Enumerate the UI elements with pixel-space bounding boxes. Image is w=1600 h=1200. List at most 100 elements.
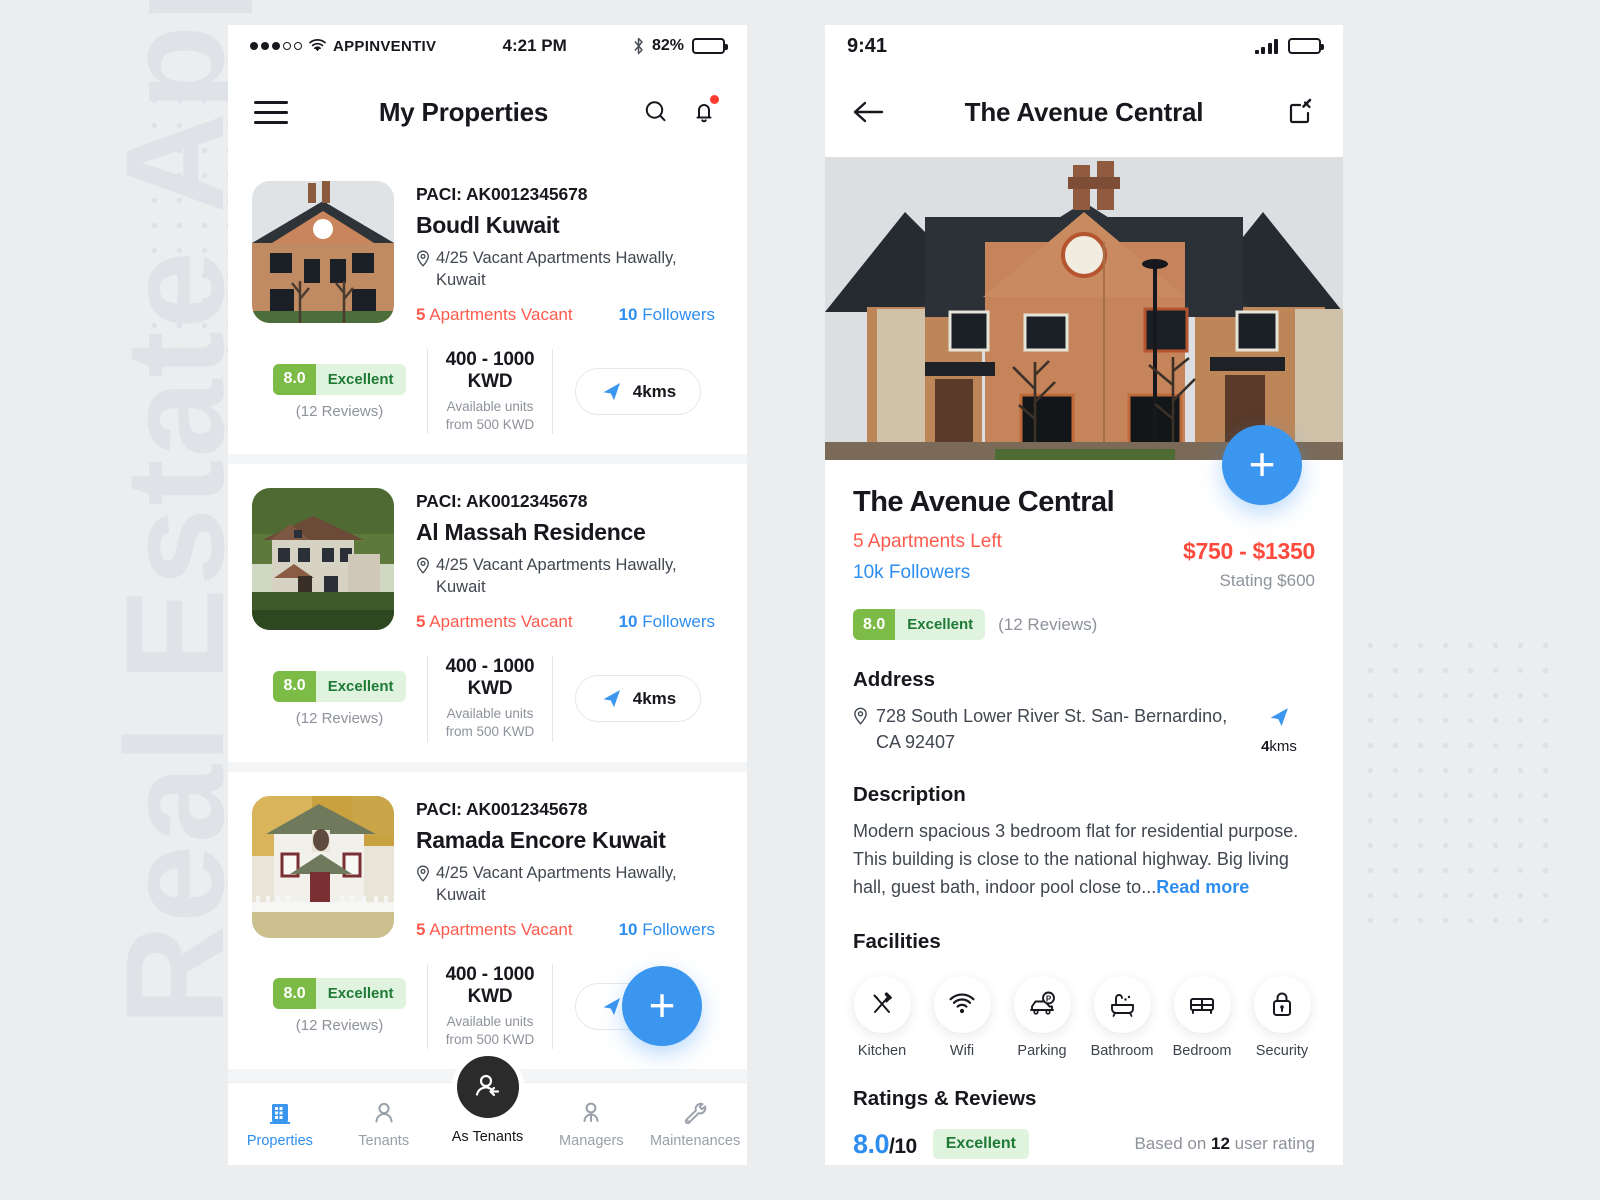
rating-badge: 8.0 Excellent [273,670,406,702]
rating-score: 8.0 [273,363,316,395]
property-address: 4/25 Vacant Apartments Hawally, Kuwait [436,556,677,597]
bell-icon[interactable] [687,95,721,129]
edit-square-icon[interactable] [1283,95,1317,129]
status-bar-carrier-group: APPINVENTIV [250,38,436,55]
battery-icon [692,38,728,54]
add-property-fab[interactable]: + [622,966,702,1046]
status-bar-time-left: 4:21 PM [502,36,567,55]
price-from: Available units from 500 KWD [445,706,535,740]
rating-score: 8.0 [273,978,316,1010]
as-tenants-fab[interactable] [451,1051,524,1123]
facility-bedroom[interactable]: Bedroom [1173,975,1231,1059]
detail-rating-row: 8.0 Excellent (12 Reviews) [853,609,1315,640]
property-vacant: 5 Apartments Vacant [416,612,573,632]
property-thumbnail [252,488,394,631]
status-bar-right-group-left: 82% [633,37,728,55]
facility-wifi[interactable]: Wifi [933,975,991,1059]
description-section-title: Description [853,783,966,807]
property-followers[interactable]: 10 Followers [619,920,723,940]
price-range: 400 - 1000 KWD [445,963,535,1007]
properties-list: PACI: AK0012345678 Boudl Kuwait 4/25 Vac… [228,157,747,1069]
distance-button[interactable]: 4kms [574,675,702,723]
ratings-summary-row: 8.0/10 Excellent Based on 12 user rating [853,1129,1315,1160]
property-rating-col: 8.0 Excellent (12 Reviews) [252,978,427,1034]
facility-label: Security [1255,1042,1309,1059]
rating-word: Excellent [907,616,974,633]
location-pin-icon [417,250,429,267]
rating-word: Excellent [327,985,394,1003]
app-bar-left: My Properties [228,67,747,157]
arrow-left-icon[interactable] [851,95,885,129]
status-bar-right-group [1254,38,1324,54]
price-from: Available units from 500 KWD [445,398,535,433]
property-price-col: 400 - 1000 KWD Available units from 500 … [427,348,553,435]
facility-parking[interactable]: P Parking [1013,975,1071,1059]
status-bar-right: 9:41 [825,25,1343,67]
property-distance-col: 4kms [553,675,723,723]
detail-followers[interactable]: 10k Followers [853,562,1183,584]
page-title: My Properties [378,96,549,127]
nav-item-tenants[interactable]: Tenants [332,1100,436,1149]
property-price-col: 400 - 1000 KWD Available units from 500 … [427,656,553,742]
bathtub-icon [1093,975,1151,1033]
detail-distance[interactable]: 4kms [1243,703,1315,755]
distance-label: 4kms [632,381,677,401]
rating-score: 8.0 [853,609,896,640]
nav-item-maintenances[interactable]: Maintenances [643,1100,747,1149]
reviews-count: (12 Reviews) [295,402,384,420]
nav-label-maintenances: Maintenances [649,1132,741,1149]
nav-item-as-tenants[interactable]: As Tenants [436,1051,540,1145]
nav-label-tenants: Tenants [358,1132,410,1149]
facility-label: Kitchen [857,1042,907,1059]
manager-icon [583,1102,599,1122]
location-pin-icon [417,557,429,575]
ratings-section-title: Ratings & Reviews [853,1086,1037,1110]
nav-item-managers[interactable]: Managers [539,1100,643,1149]
search-icon[interactable] [639,95,673,129]
facility-security[interactable]: Security [1253,975,1311,1059]
property-vacant: 5 Apartments Vacant [416,919,573,939]
navigation-arrow-icon [603,997,620,1016]
cutlery-icon [853,975,911,1033]
distance-label: 4kms [632,688,677,708]
distance-button[interactable]: 4kms [574,368,702,416]
property-thumbnail [252,795,394,938]
price-range: 400 - 1000 KWD [445,348,535,392]
property-followers[interactable]: 10 Followers [619,305,723,325]
notification-badge-dot [710,95,719,104]
property-card[interactable]: PACI: AK0012345678 Al Massah Residence 4… [228,464,747,762]
nav-item-properties[interactable]: Properties [228,1100,332,1149]
navigation-arrow-icon [1270,708,1288,727]
wifi-icon [933,975,991,1033]
svg-text:P: P [1046,995,1052,1004]
property-address: 4/25 Vacant Apartments Hawally, Kuwait [436,863,677,904]
facility-kitchen[interactable]: Kitchen [853,975,911,1059]
property-followers[interactable]: 10 Followers [619,612,723,632]
bottom-navigation-bar: Properties Tenants As Tenants Managers M… [228,1051,747,1165]
read-more-link[interactable]: Read more [1156,877,1249,897]
ratings-word-badge: Excellent [932,1129,1030,1160]
property-paci: PACI: AK0012345678 [416,184,588,204]
property-hero-image [825,157,1343,460]
hamburger-icon[interactable] [254,100,288,124]
status-bar-left: APPINVENTIV 4:21 PM 82% [228,25,747,67]
carrier-label: APPINVENTIV [333,37,437,55]
facility-label: Bathroom [1090,1042,1154,1059]
detail-apartments-left: 5 Apartments Left [853,531,1002,552]
navigation-arrow-icon [603,383,620,401]
rating-score: 8.0 [273,670,316,702]
detail-title: The Avenue Central [853,486,1115,518]
detail-description-block: Modern spacious 3 bedroom flat for resid… [853,818,1315,902]
add-unit-fab[interactable]: + [1222,425,1302,505]
property-vacant: 5 Apartments Vacant [416,304,573,324]
facility-bathroom[interactable]: Bathroom [1090,975,1154,1059]
ratings-based-on: Based on 12 user rating [1134,1134,1315,1154]
parking-car-icon: P [1013,975,1071,1033]
cellular-bars-icon [1254,38,1278,54]
rating-badge: 8.0 Excellent [273,363,406,395]
property-card[interactable]: PACI: AK0012345678 Boudl Kuwait 4/25 Vac… [228,157,747,455]
bluetooth-icon [634,37,643,55]
building-icon [269,1103,290,1124]
wifi-icon [309,39,326,52]
property-name: Al Massah Residence [416,519,646,546]
